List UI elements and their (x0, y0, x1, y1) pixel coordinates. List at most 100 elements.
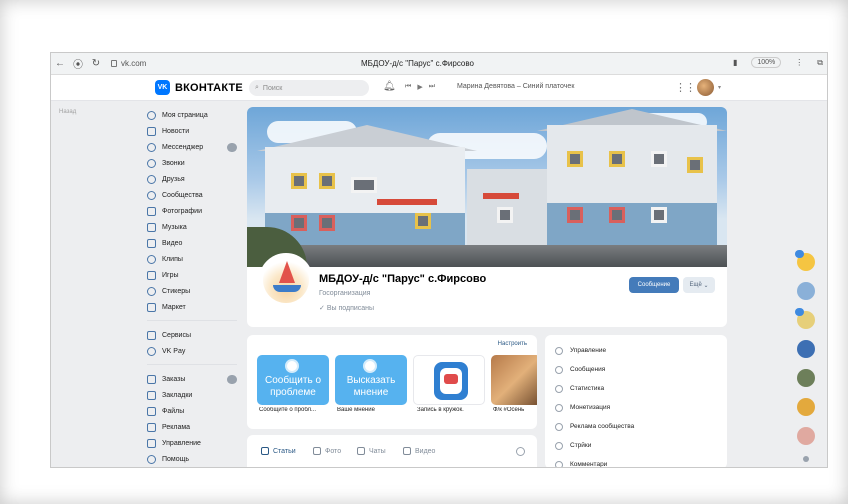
tab-articles[interactable]: Статьи (261, 447, 296, 455)
sidebar-item-games[interactable]: Игры (147, 267, 247, 283)
chat-avatar[interactable] (797, 369, 815, 387)
chat-avatar[interactable] (795, 250, 815, 271)
zoom-level[interactable]: 100% (751, 57, 782, 68)
app-logo-mark (444, 374, 458, 384)
sidebar-item-vkpay[interactable]: VK Pay (147, 343, 247, 359)
menu-item-messages[interactable]: Сообщения (545, 360, 727, 379)
forward-icon[interactable]: ⦿ (69, 53, 87, 75)
stats-icon (555, 384, 563, 393)
unread-badge (795, 250, 804, 258)
app-tile-club-signup[interactable] (413, 355, 485, 405)
message-button[interactable]: Сообщение (629, 277, 679, 293)
more-button[interactable]: Ещё ⌄ (683, 277, 715, 293)
window (497, 207, 513, 223)
sidebar-item-bookmarks[interactable]: Закладки (147, 387, 247, 403)
sidebar-item-friends[interactable]: Друзья (147, 171, 247, 187)
gear-icon[interactable] (516, 447, 525, 456)
window (609, 207, 625, 223)
reload-icon[interactable]: ↻ (87, 53, 105, 75)
bell-icon[interactable]: 🔔︎ (383, 81, 396, 92)
sidebar-item-market[interactable]: Маркет (147, 299, 247, 315)
menu-item-ads[interactable]: Реклама сообщества (545, 417, 727, 436)
tile-text: Высказать мнение (346, 375, 396, 398)
message-icon (555, 365, 563, 374)
subscription-label: Вы подписаны (326, 305, 375, 312)
tab-chats[interactable]: Чаты (357, 447, 386, 455)
sidebar-item-help[interactable]: Помощь (147, 451, 247, 467)
menu-item-streams[interactable]: Стрйки (545, 436, 727, 455)
sidebar-item-label: Звонки (162, 159, 185, 167)
now-playing[interactable]: Марина Девятова – Синий платочек (457, 83, 574, 90)
sidebar-item-label: Видео (162, 239, 183, 247)
video-icon (403, 447, 411, 455)
back-icon[interactable]: ← (51, 53, 69, 75)
chat-avatar[interactable] (797, 427, 815, 445)
sidebar-item-label: Реклама (162, 423, 191, 431)
stream-icon (555, 441, 563, 450)
sidebar-item-music[interactable]: Музыка (147, 219, 247, 235)
sidebar-item-calls[interactable]: Звонки (147, 155, 247, 171)
bookmark-icon[interactable]: ▮ (733, 58, 737, 67)
sidebar-item-services[interactable]: Сервисы (147, 327, 247, 343)
sidebar-item-label: Фотографии (162, 207, 203, 215)
avatar[interactable] (697, 79, 714, 96)
sidebar-item-communities[interactable]: Сообщества (147, 187, 247, 203)
video-icon (147, 238, 156, 248)
friends-icon (147, 174, 156, 184)
orders-icon (147, 374, 156, 384)
window (651, 207, 667, 223)
photo-frame: ← ⦿ ↻ vk.com МБДОУ-д/с "Парус" с.Фирсово… (0, 0, 848, 504)
menu-item-stats[interactable]: Статистика (545, 379, 727, 398)
play-icon[interactable]: ▶ (417, 83, 422, 91)
address-bar[interactable]: vk.com (111, 59, 146, 68)
search-input[interactable]: ⌕ Поиск (249, 80, 369, 96)
sidebar-item-label: Игры (162, 271, 179, 279)
next-icon[interactable]: ⏭ (429, 83, 435, 91)
sidebar-item-files[interactable]: Файлы (147, 403, 247, 419)
tile-caption: Ф/к #Осень (493, 407, 525, 413)
menu-item-comments[interactable]: Комментари (545, 455, 727, 467)
back-link[interactable]: Назад (59, 109, 76, 115)
tab-video[interactable]: Видео (403, 447, 435, 455)
chat-avatar[interactable] (797, 340, 815, 358)
sidebar-item-news[interactable]: Новости (147, 123, 247, 139)
subscription-status[interactable]: ✓ Вы подписаны (319, 304, 374, 312)
gosuslugi-icon (285, 359, 299, 373)
apps-block: Настроить Сообщить о проблеме Сообщите о… (247, 335, 537, 429)
more-chats-icon[interactable] (803, 456, 809, 462)
chat-avatar[interactable] (795, 308, 815, 329)
sidebar-item-my-page[interactable]: Моя страница (147, 107, 247, 123)
sidebar-item-ads[interactable]: Реклама (147, 419, 247, 435)
content-tabs: Статьи Фото Чаты Видео (247, 435, 537, 467)
sidebar-item-messenger[interactable]: Мессенджер (147, 139, 247, 155)
unread-badge (795, 308, 804, 316)
menu-item-monetization[interactable]: Монетизация (545, 398, 727, 417)
sticker-icon (147, 286, 156, 296)
configure-link[interactable]: Настроить (498, 341, 527, 347)
chat-avatar[interactable] (797, 398, 815, 416)
sidebar-item-stickers[interactable]: Стикеры (147, 283, 247, 299)
menu-icon[interactable]: ⋮ (795, 58, 803, 67)
tab-photo[interactable]: Фото (313, 447, 341, 455)
sidebar-item-photos[interactable]: Фотографии (147, 203, 247, 219)
sidebar-item-label: Сервисы (162, 331, 192, 339)
sidebar-item-manage[interactable]: Управление (147, 435, 247, 451)
sidebar-item-orders[interactable]: Заказы (147, 371, 247, 387)
lock-icon (111, 60, 117, 67)
vk-logo[interactable]: VK ВКОНТАКТЕ (155, 80, 243, 95)
sidebar-item-label: Помощь (162, 455, 190, 463)
player-controls: ⏮ ▶ ⏭ (405, 83, 435, 91)
chat-avatar[interactable] (797, 282, 815, 300)
app-tile-autumn[interactable] (491, 355, 537, 405)
group-avatar[interactable] (259, 253, 313, 307)
tab-label: Видео (415, 447, 436, 455)
app-tile-give-opinion[interactable]: Высказать мнение (335, 355, 407, 405)
chevron-down-icon[interactable]: ▾ (718, 84, 721, 91)
prev-icon[interactable]: ⏮ (405, 83, 411, 91)
menu-item-manage[interactable]: Управление (545, 341, 727, 360)
user-icon (147, 110, 156, 120)
sidebar-item-clips[interactable]: Клипы (147, 251, 247, 267)
sidebar-item-video[interactable]: Видео (147, 235, 247, 251)
extensions-icon[interactable]: ⧉ (817, 58, 823, 68)
app-tile-report-problem[interactable]: Сообщить о проблеме (257, 355, 329, 405)
